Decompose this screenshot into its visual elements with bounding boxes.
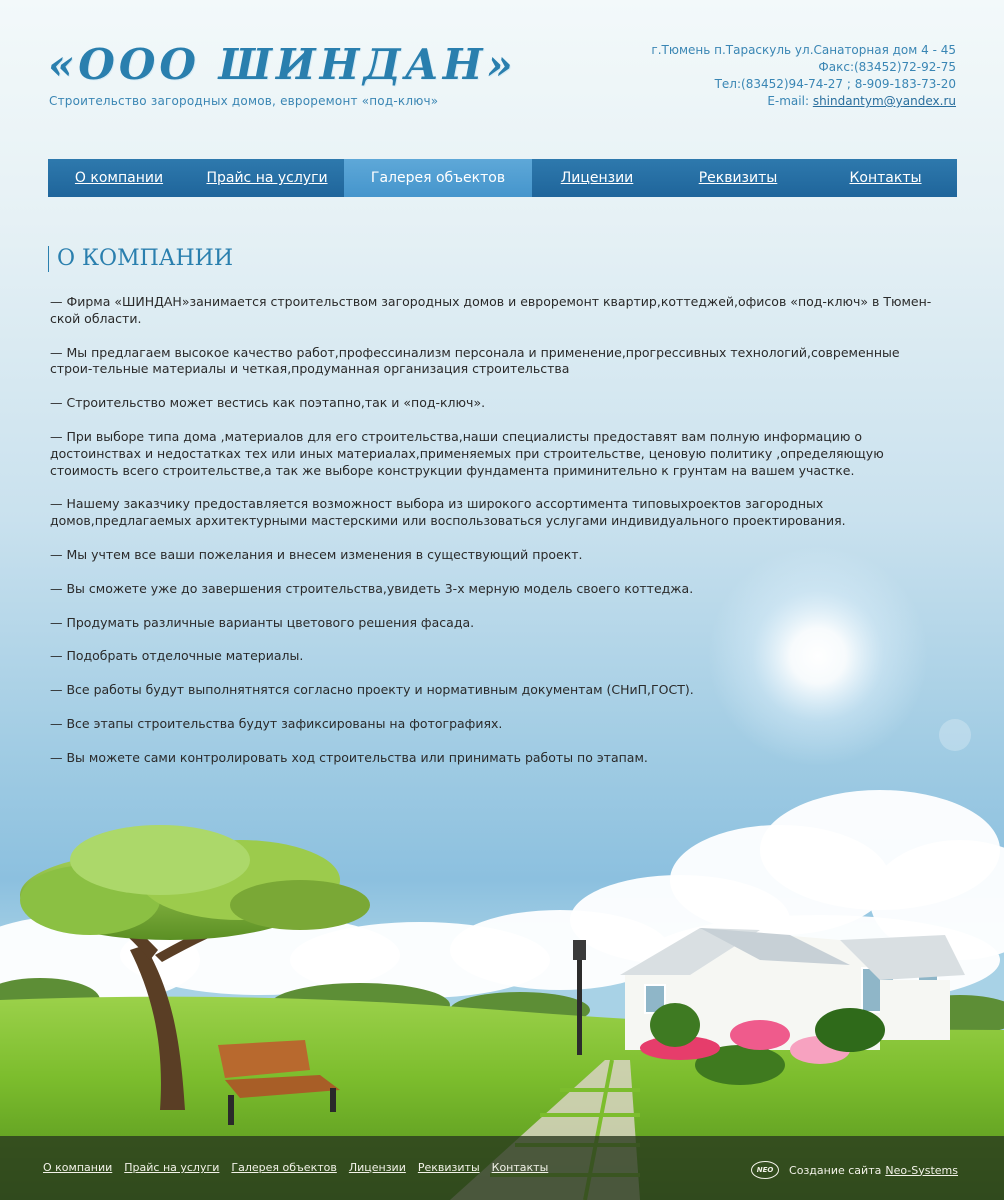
credit-text: Создание сайта bbox=[789, 1163, 882, 1177]
lens-flare bbox=[939, 719, 971, 751]
content-paragraph: — Подобрать отделочные материалы. bbox=[50, 648, 304, 664]
phone-text: Тел:(83452)94-74-27 ; 8-909-183-73-20 bbox=[714, 77, 956, 91]
email-label: E-mail: bbox=[767, 94, 813, 108]
content-paragraph: — Фирма «ШИНДАН»занимается строительство… bbox=[50, 294, 932, 326]
content-paragraph: — Все работы будут выполнятнятся согласн… bbox=[50, 682, 694, 698]
page-title: О КОМПАНИИ bbox=[48, 246, 233, 272]
contact-block: г.Тюмень п.Тараскуль ул.Санаторная дом 4… bbox=[651, 42, 956, 110]
nav-item-licenses[interactable]: Лицензии bbox=[532, 159, 662, 197]
content-paragraph: — Мы предлагаем высокое качество работ,п… bbox=[50, 344, 900, 377]
neo-logo-icon: NEO bbox=[751, 1161, 780, 1179]
fax-text: Факс:(83452)72-92-75 bbox=[818, 60, 956, 74]
email-row: E-mail: shindantym@yandex.ru bbox=[651, 93, 956, 110]
content-paragraph: — Продумать различные варианты цветового… bbox=[50, 614, 475, 630]
content-paragraph: — Все этапы строительства будут зафиксир… bbox=[50, 715, 503, 731]
footer: О компании Прайс на услуги Галерея объек… bbox=[0, 1136, 1004, 1200]
email-link[interactable]: shindantym@yandex.ru bbox=[813, 94, 956, 108]
nav-item-contacts[interactable]: Контакты bbox=[814, 159, 957, 197]
footer-link-about[interactable]: О компании bbox=[43, 1161, 112, 1174]
main-content: — Фирма «ШИНДАН»занимается строительство… bbox=[50, 294, 940, 784]
content-paragraph: — Нашему заказчику предоставляется возмо… bbox=[50, 496, 846, 529]
nav-item-about[interactable]: О компании bbox=[48, 159, 190, 197]
credit-link[interactable]: Neo-Systems bbox=[885, 1164, 958, 1177]
site-credit: NEO Создание сайта Neo-Systems bbox=[751, 1161, 958, 1179]
footer-link-licenses[interactable]: Лицензии bbox=[349, 1161, 406, 1174]
footer-link-gallery[interactable]: Галерея объектов bbox=[231, 1161, 336, 1174]
content-paragraph: — Вы сможете уже до завершения строитель… bbox=[50, 580, 694, 596]
footer-link-contacts[interactable]: Контакты bbox=[492, 1161, 549, 1174]
content-paragraph: — При выборе типа дома ,материалов для е… bbox=[50, 428, 884, 478]
nav-item-prices[interactable]: Прайс на услуги bbox=[190, 159, 344, 197]
content-paragraph: — Вы можете сами контролировать ход стро… bbox=[50, 749, 648, 765]
footer-link-requisites[interactable]: Реквизиты bbox=[418, 1161, 480, 1174]
content-paragraph: — Мы учтем все ваши пожелания и внесем и… bbox=[50, 546, 583, 562]
site-logo[interactable]: «ООО ШИНДАН» bbox=[48, 38, 517, 92]
footer-nav: О компании Прайс на услуги Галерея объек… bbox=[43, 1161, 560, 1174]
main-nav: О компании Прайс на услуги Галерея объек… bbox=[48, 159, 957, 197]
footer-link-prices[interactable]: Прайс на услуги bbox=[124, 1161, 219, 1174]
address-text: г.Тюмень п.Тараскуль ул.Санаторная дом 4… bbox=[651, 43, 956, 57]
nav-item-requisites[interactable]: Реквизиты bbox=[662, 159, 814, 197]
content-paragraph: — Строительство может вестись как поэтап… bbox=[50, 395, 486, 411]
nav-item-gallery[interactable]: Галерея объектов bbox=[344, 159, 532, 197]
site-tagline: Строительство загородных домов, евроремо… bbox=[49, 94, 439, 108]
